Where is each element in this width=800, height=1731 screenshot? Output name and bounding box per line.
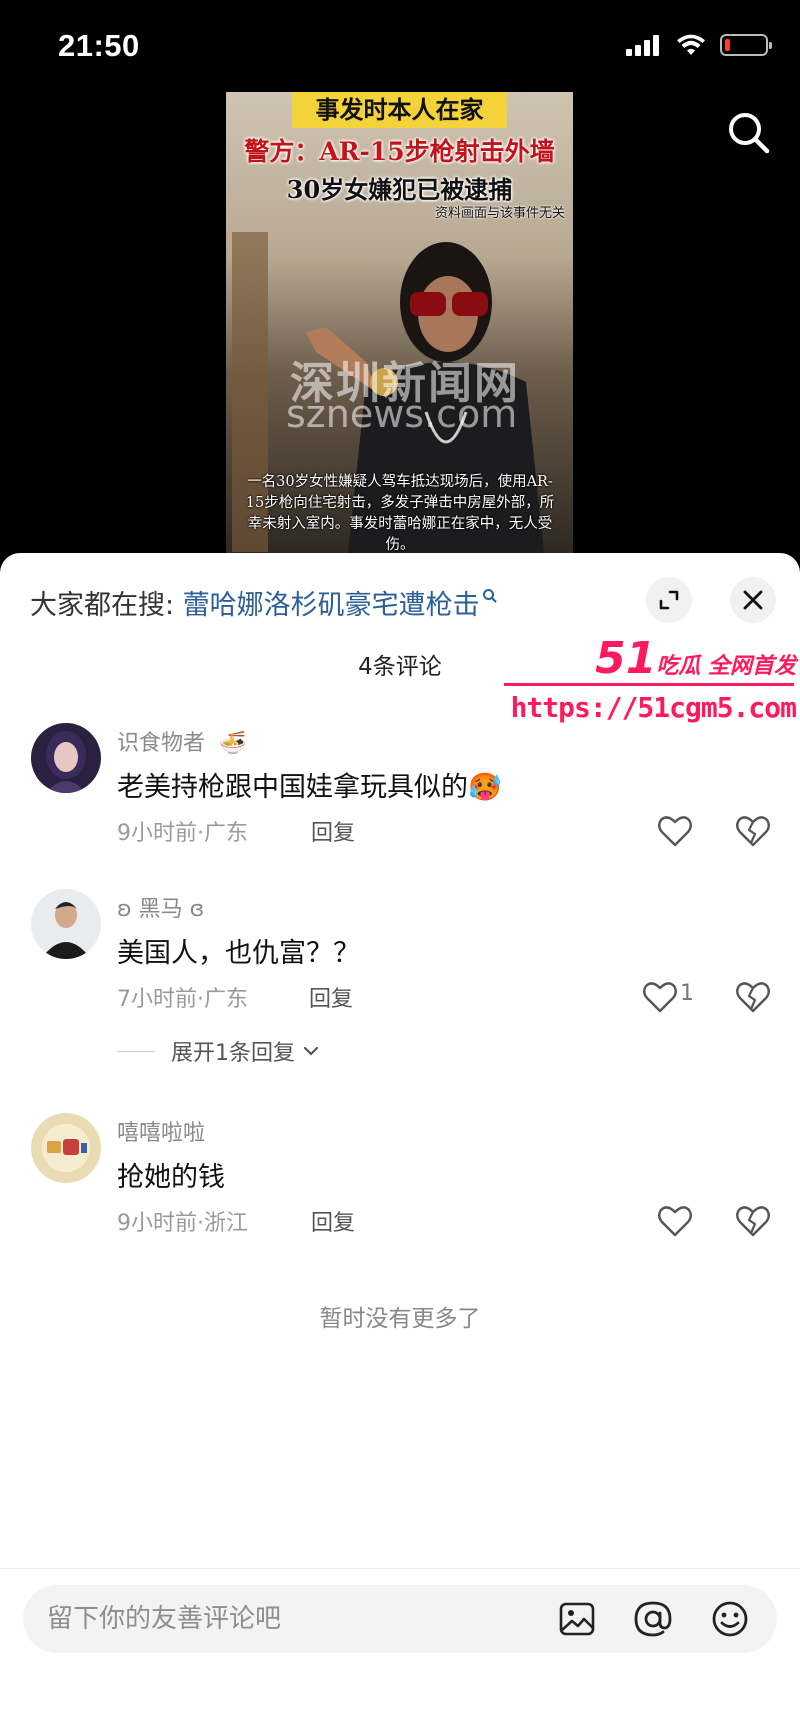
comment-username[interactable]: 识食物者 🍜 [117,725,246,757]
broken-heart-icon[interactable] [733,811,773,851]
comment-emoji: 🥵 [468,772,502,803]
promo-url: https://51cgm5.com [510,691,797,724]
video-watermark-en: sznews.com [286,392,518,436]
comment-text: 老美持枪跟中国娃拿玩具似的🥵 [117,772,502,803]
comment-meta: 7小时前·广东 [117,987,248,1012]
signal-icon [626,35,659,56]
video-title-line1: 警方：AR-15步枪射击外墙 [244,137,555,166]
emoji-icon[interactable] [710,1599,750,1639]
close-icon [743,590,763,610]
reply-button[interactable]: 回复 [311,1205,355,1237]
avatar[interactable] [31,723,101,793]
expand-replies-label: 展开1条回复 [171,1041,295,1066]
video-player[interactable]: 事发时本人在家 警方：AR-15步枪射击外墙 30岁女嫌犯已被逮捕 资料画面与该… [226,92,573,562]
heart-icon[interactable] [655,811,695,851]
video-title-line2: 30岁女嫌犯已被逮捕 [286,175,513,204]
battery-level [725,39,730,51]
battery-icon [720,34,772,56]
comment-meta: 9小时前·广东 [117,821,248,846]
status-bar: 21:50 [0,0,800,96]
promo-logo: 51吃瓜 全网首发 [595,633,796,684]
status-icons [626,34,772,56]
promo-watermark: 51吃瓜 全网首发 https://51cgm5.com [500,633,800,733]
heart-icon[interactable] [655,1201,695,1241]
comment-text: 美国人，也仇富？？ [117,938,360,969]
broken-heart-icon[interactable] [733,1201,773,1241]
comment-username[interactable]: ʚ 黑马 ɞ [117,891,204,923]
avatar[interactable] [31,1113,101,1183]
hot-search-label: 大家都在搜: [30,590,183,621]
reply-button[interactable]: 回复 [311,815,355,847]
video-disclaimer: 资料画面与该事件无关 [434,206,565,221]
hot-search[interactable]: 大家都在搜: 蕾哈娜洛杉矶豪宅遭枪击 [30,583,498,622]
heart-icon[interactable] [640,977,680,1017]
no-more-comments: 暂时没有更多了 [319,1306,481,1332]
reply-button[interactable]: 回复 [309,981,353,1013]
comment-text: 抢她的钱 [117,1162,225,1193]
at-icon[interactable] [633,1599,673,1639]
like-count: 1 [680,981,694,1006]
search-icon [482,588,498,608]
video-banner: 事发时本人在家 [292,92,507,128]
comment-input[interactable] [47,1585,527,1653]
expand-replies-button[interactable]: 展开1条回复 [117,1035,319,1067]
video-subtitle: 一名30岁女性嫌疑人驾车抵达现场后，使用AR-15步枪向住宅射击，多发子弹击中房… [245,474,555,553]
user-badge-emoji: 🍜 [219,731,247,756]
expand-button[interactable] [646,577,692,623]
chevron-down-icon [303,1046,319,1056]
image-icon[interactable] [557,1599,597,1639]
comment-meta: 9小时前·浙江 [117,1211,248,1236]
status-time: 21:50 [58,28,140,63]
promo-divider [504,683,794,686]
broken-heart-icon[interactable] [733,977,773,1017]
hot-search-term[interactable]: 蕾哈娜洛杉矶豪宅遭枪击 [183,590,480,621]
close-button[interactable] [730,577,776,623]
avatar[interactable] [31,889,101,959]
comment-username[interactable]: 嘻嘻啦啦 [117,1115,205,1147]
search-icon[interactable] [724,108,774,158]
divider [0,1568,800,1569]
expand-icon [659,590,679,610]
comment-input-bar [23,1585,777,1653]
divider [117,1050,155,1052]
wifi-icon [677,34,705,55]
